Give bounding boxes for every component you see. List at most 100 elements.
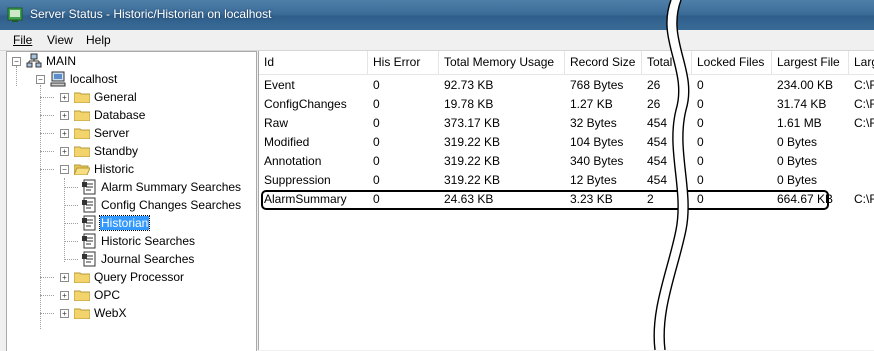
expand-icon[interactable]: + [60,93,69,102]
table-cell [849,152,874,171]
expand-icon[interactable]: + [60,111,69,120]
tree-node-main[interactable]: − MAIN [9,53,249,69]
table-cell: 1.61 MB [777,116,822,130]
table-row[interactable]: Modified 0 319.22 KB 104 Bytes 454 0 0 Bytes [259,133,874,152]
table-cell: 768 Bytes [570,78,624,92]
folder-icon [74,92,90,103]
expand-icon[interactable]: + [60,147,69,156]
column-header[interactable]: Total Memory Usage [439,51,565,74]
table-row[interactable]: Event092.73 KB768 Bytes260234.00 KBC:\F [259,76,874,95]
title-bar: Server Status - Historic/Historian on lo… [0,0,874,30]
tree-node-config-changes-searches[interactable]: Config Changes Searches [64,197,251,213]
table-cell: Suppression [264,173,331,187]
folder-icon [74,308,90,319]
table-cell: 0 [373,135,380,149]
tree-node-opc[interactable]: + OPC [40,287,247,303]
tree-label: OPC [94,288,121,302]
folder-icon [74,272,90,283]
expand-icon[interactable]: + [60,273,69,282]
tree-label-selected: Historian [98,215,151,231]
app-icon [7,7,23,22]
tree-node-general[interactable]: + General [40,89,247,105]
table-cell [849,171,874,190]
collapse-icon[interactable]: − [36,75,45,84]
table-row[interactable]: ConfigChanges 0 19.78 KB 1.27 KB 26 0 31.74 KB… [259,95,874,114]
tree-node-journal-searches[interactable]: Journal Searches [64,251,251,267]
alarm-summary-highlight [261,190,829,210]
table-cell: 0 Bytes [777,135,818,149]
table-cell: 32 Bytes [570,116,617,130]
computer-icon [50,71,66,87]
tree-node-server[interactable]: + Server [40,125,247,141]
tree-node-standby[interactable]: + Standby [40,143,247,159]
table-cell: 340 Bytes [570,154,624,168]
table-cell: 12 Bytes [570,173,617,187]
tree-label: Historic Searches [101,234,196,248]
column-header[interactable]: Id [259,51,368,74]
table-cell: 0 [697,154,704,168]
table-cell: Event [264,78,295,92]
table-cell: 0 [373,154,380,168]
server-tree[interactable]: − MAIN − localhost + General + Database … [6,51,257,351]
table-row[interactable]: Raw0373.17 KB32 Bytes45401.61 MBC:\F [259,114,874,133]
menu-help[interactable]: Help [86,33,111,47]
tree-node-webx[interactable]: + WebX [40,305,247,321]
expand-icon[interactable]: + [60,129,69,138]
tree-node-localhost[interactable]: − localhost [33,71,253,87]
table-cell: Raw [264,116,289,130]
tree-label-localhost: localhost [70,72,118,86]
table-cell: 19.78 KB [444,97,494,111]
tree-label: Standby [94,144,139,158]
table-cell: Modified [264,135,310,149]
tree-label: Query Processor [94,270,185,284]
tree-label: Historic [94,162,135,176]
collapse-icon[interactable]: − [60,165,69,174]
table-row[interactable]: Suppression 0 319.22 KB 12 Bytes 454 0 0 Bytes [259,171,874,190]
expand-icon[interactable]: + [60,309,69,318]
table-cell: Annotation [264,154,322,168]
tree-node-alarm-summary-searches[interactable]: Alarm Summary Searches [64,179,251,195]
tree-node-historic[interactable]: − Historic [40,161,247,177]
table-header: Id His Error Total Memory Usage Record Size… [259,51,874,75]
table-cell: 319.22 KB [444,154,501,168]
table-cell: C:\F [854,78,874,92]
table-cell: 0 [697,173,704,187]
tree-node-query-processor[interactable]: + Query Processor [40,269,247,285]
collapse-icon[interactable]: − [12,57,21,66]
status-page-icon [82,233,96,249]
menu-view[interactable]: View [47,33,73,47]
table-cell: C:\F [854,97,874,111]
tree-label-main: MAIN [46,54,76,68]
status-page-icon [82,179,96,195]
status-table[interactable]: Id His Error Total Memory Usage Record Size… [258,51,874,350]
folder-icon [74,146,90,157]
table-cell: 0 [373,78,380,92]
status-page-icon [82,251,96,267]
tree-node-historic-searches[interactable]: Historic Searches [64,233,251,249]
table-row[interactable]: Annotation 0 319.22 KB 340 Bytes 454 0 0 Bytes [259,152,874,171]
column-header[interactable]: Record Size [565,51,642,74]
table-cell: 0 [697,78,704,92]
table-cell: 319.22 KB [444,173,501,187]
column-header[interactable]: His Error [368,51,439,74]
table-cell: C:\F [854,192,874,206]
tree-node-historian[interactable]: Historian [64,215,251,231]
table-cell: 0 Bytes [777,173,818,187]
menu-file[interactable]: File [13,33,32,47]
table-cell: 92.73 KB [444,78,494,92]
column-header[interactable]: Larg [849,51,874,74]
column-header[interactable]: Largest File [772,51,849,74]
network-icon [26,53,42,68]
table-cell: 319.22 KB [444,135,501,149]
table-cell: 104 Bytes [570,135,624,149]
cut-separator [653,0,690,350]
tree-node-database[interactable]: + Database [40,107,247,123]
folder-icon [74,290,90,301]
expand-icon[interactable]: + [60,291,69,300]
column-header[interactable]: Locked Files [692,51,772,74]
table-cell: 373.17 KB [444,116,501,130]
folder-icon [74,128,90,139]
tree-label: Journal Searches [101,252,195,266]
tree-label: WebX [94,306,127,320]
tree-label: General [94,90,137,104]
